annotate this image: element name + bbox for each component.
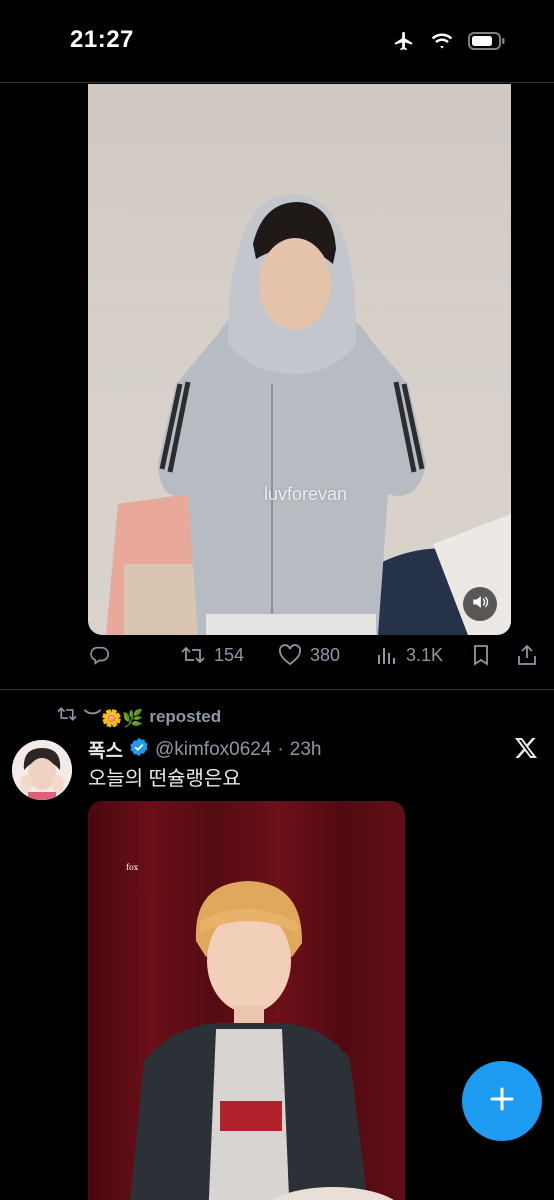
avatar[interactable] [12,740,72,800]
wifi-icon [430,32,454,55]
reposter-name: ︶🌼🌿 [84,709,144,728]
media-photo [106,194,511,635]
views-button[interactable]: 3.1K [376,644,443,666]
tweet-text: 오늘의 떤슐랭은요 [88,768,241,790]
media-photo-2 [130,881,394,1200]
battery-icon [468,31,506,56]
bookmark-button[interactable] [471,644,491,666]
repost-button[interactable]: 154 [180,644,244,666]
tweet-header: 폭스 @kimfox0624 · 23h [88,736,321,763]
x-logo-icon[interactable] [514,736,538,765]
bookmark-icon [471,644,491,666]
like-icon [278,644,302,666]
tweet-action-bar: 154 380 3.1K [88,644,540,674]
reply-button[interactable] [88,644,110,666]
compose-plus-icon [488,1085,516,1118]
repost-icon [180,644,206,666]
repost-indicator-icon [56,705,78,728]
views-count: 3.1K [406,644,444,665]
airplane-icon [392,30,416,57]
views-icon [376,644,398,666]
status-bar: 21:27 [0,0,554,84]
tweet-divider [0,689,554,690]
like-button[interactable]: 380 [278,644,340,666]
repost-label: reposted [149,706,222,726]
share-button[interactable] [516,644,538,666]
like-count: 380 [310,644,341,665]
media-watermark-2: fox [126,863,139,872]
repost-count: 154 [214,644,245,665]
tweet-media-video-2[interactable]: fox [88,801,405,1200]
display-name[interactable]: 폭스 [88,736,123,763]
volume-icon [470,592,490,617]
media-watermark: luvforevan [264,484,348,504]
timestamp[interactable]: 23h [290,739,322,761]
status-divider [0,82,554,83]
status-time: 21:27 [70,26,134,53]
share-icon [516,644,538,666]
status-icons [392,30,506,57]
verified-badge-icon [129,737,149,763]
reply-icon [88,644,110,666]
tweet-media-video[interactable]: luvforevan [88,84,511,635]
compose-button[interactable] [462,1061,542,1141]
handle[interactable]: @kimfox0624 [155,739,271,761]
separator: · [277,738,284,760]
volume-toggle-button[interactable] [463,587,497,621]
repost-context[interactable]: ︶🌼🌿 reposted [56,704,221,729]
